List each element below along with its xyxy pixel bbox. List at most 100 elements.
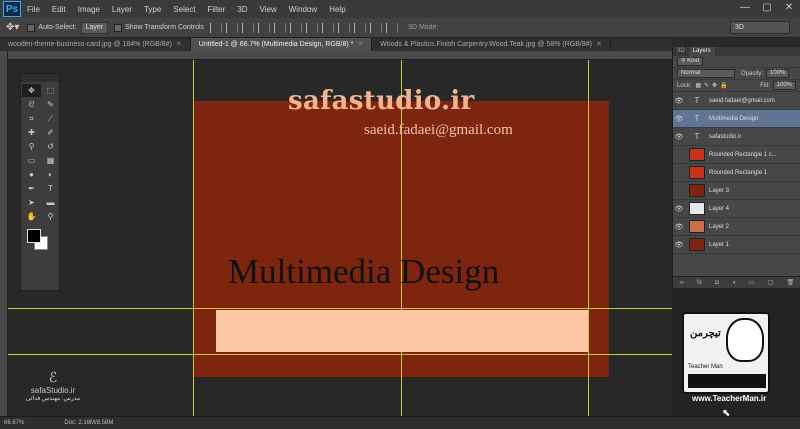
show-transform-checkbox[interactable] bbox=[114, 23, 123, 32]
horizontal-guide[interactable] bbox=[8, 354, 672, 355]
eraser-tool-icon[interactable]: ▭ bbox=[22, 154, 41, 167]
horizontal-ruler[interactable] bbox=[8, 51, 672, 60]
layer-row[interactable]: Rounded Rectangle 1 c... bbox=[673, 146, 800, 164]
layer-row[interactable]: 👁 Layer 1 bbox=[673, 236, 800, 254]
layer-list: 👁 Tsaeid.fadaei@gmail.com 👁 T Multimedia Des… bbox=[673, 92, 800, 254]
tab-wooden-business-card[interactable]: wooden-theme-business-card.jpg @ 184% (R… bbox=[0, 38, 191, 51]
align-center-icon[interactable] bbox=[274, 22, 287, 33]
visibility-eye-icon[interactable]: 👁 bbox=[673, 223, 685, 231]
zoom-level[interactable]: 66.67% bbox=[4, 420, 24, 426]
auto-select-checkbox[interactable] bbox=[27, 23, 36, 32]
type-tool-icon[interactable]: T bbox=[41, 182, 60, 195]
menu-3d[interactable]: 3D bbox=[231, 5, 253, 14]
tab-layers[interactable]: Layers bbox=[688, 47, 715, 56]
layer-row[interactable]: 👁 Layer 4 bbox=[673, 200, 800, 218]
align-bottom-icon[interactable] bbox=[242, 22, 255, 33]
clone-stamp-tool-icon[interactable]: ⚲ bbox=[22, 140, 41, 153]
move-tool-icon[interactable]: ✥ bbox=[22, 84, 41, 97]
visibility-eye-icon[interactable]: 👁 bbox=[673, 133, 685, 141]
visibility-eye-icon[interactable]: 👁 bbox=[673, 241, 685, 249]
close-tab-icon[interactable]: ✕ bbox=[596, 41, 602, 48]
distribute-top-icon[interactable] bbox=[306, 22, 319, 33]
card-email-text[interactable]: saeid.fadaei@gmail.com bbox=[364, 122, 513, 139]
layer-row[interactable]: 👁 T Multimedia Design bbox=[673, 110, 800, 128]
link-icon[interactable]: ∞ bbox=[680, 280, 684, 286]
distribute-middle-icon[interactable] bbox=[322, 22, 335, 33]
blend-mode-dropdown[interactable]: Normal bbox=[677, 69, 735, 78]
layer-row[interactable]: Rounded Rectangle 1 bbox=[673, 164, 800, 182]
new-layer-icon[interactable]: ▢ bbox=[768, 279, 774, 286]
mask-icon[interactable]: ◘ bbox=[715, 280, 719, 286]
align-top-icon[interactable] bbox=[210, 22, 223, 33]
card-title-text[interactable]: safastudio.ir bbox=[288, 86, 475, 116]
menu-edit[interactable]: Edit bbox=[46, 5, 72, 14]
hand-tool-icon[interactable]: ✋ bbox=[22, 210, 41, 223]
adjustment-icon[interactable]: ◑ bbox=[732, 280, 736, 286]
distribute-left-icon[interactable] bbox=[354, 22, 367, 33]
layer-row[interactable]: 👁 Tsafastudio.ir bbox=[673, 128, 800, 146]
pen-tool-icon[interactable]: ✒ bbox=[22, 182, 41, 195]
brush-tool-icon[interactable]: ✐ bbox=[41, 126, 60, 139]
vertical-guide[interactable] bbox=[193, 60, 194, 416]
trash-icon[interactable]: 🗑 bbox=[787, 279, 795, 286]
eyedropper-tool-icon[interactable]: ⟋ bbox=[41, 112, 60, 125]
layer-row[interactable]: Layer 3 bbox=[673, 182, 800, 200]
fill-field[interactable]: 100% bbox=[772, 81, 796, 90]
close-tab-icon[interactable]: ✕ bbox=[357, 41, 363, 48]
history-brush-tool-icon[interactable]: ↺ bbox=[41, 140, 60, 153]
layer-row[interactable]: 👁 Tsaeid.fadaei@gmail.com bbox=[673, 92, 800, 110]
path-select-tool-icon[interactable]: ➤ bbox=[22, 196, 41, 209]
close-tab-icon[interactable]: ✕ bbox=[176, 41, 182, 48]
distribute-center-icon[interactable] bbox=[370, 22, 383, 33]
shape-tool-icon[interactable]: ▬ bbox=[41, 196, 60, 209]
opacity-field[interactable]: 100% bbox=[766, 69, 790, 78]
tab-3d[interactable]: 3D bbox=[673, 47, 689, 56]
menu-view[interactable]: View bbox=[254, 5, 283, 14]
toolbox-grip[interactable] bbox=[21, 74, 59, 82]
lasso-tool-icon[interactable]: ᘓ bbox=[22, 98, 41, 111]
menu-layer[interactable]: Layer bbox=[106, 5, 138, 14]
visibility-eye-icon[interactable]: 👁 bbox=[673, 205, 685, 213]
gradient-tool-icon[interactable]: ▦ bbox=[41, 154, 60, 167]
vertical-guide[interactable] bbox=[588, 60, 589, 416]
horizontal-guide[interactable] bbox=[8, 308, 672, 309]
healing-brush-tool-icon[interactable]: ✚ bbox=[22, 126, 41, 139]
visibility-eye-icon[interactable]: 👁 bbox=[673, 115, 685, 123]
distribute-bottom-icon[interactable] bbox=[338, 22, 351, 33]
fx-icon[interactable]: fx bbox=[697, 280, 702, 286]
crop-tool-icon[interactable]: ⌗ bbox=[22, 112, 41, 125]
zoom-tool-icon[interactable]: ⚲ bbox=[41, 210, 60, 223]
layer-row[interactable]: 👁 Layer 2 bbox=[673, 218, 800, 236]
menu-type[interactable]: Type bbox=[138, 5, 167, 14]
vertical-ruler[interactable] bbox=[0, 51, 8, 416]
workspace-dropdown[interactable]: 3D bbox=[730, 21, 790, 34]
banner-text[interactable]: Multimedia Design bbox=[228, 252, 499, 292]
distribute-right-icon[interactable] bbox=[386, 22, 399, 33]
close-icon[interactable]: ✕ bbox=[778, 0, 800, 16]
menu-file[interactable]: File bbox=[21, 5, 46, 14]
align-middle-icon[interactable] bbox=[226, 22, 239, 33]
menu-select[interactable]: Select bbox=[167, 5, 201, 14]
dodge-tool-icon[interactable]: ◐ bbox=[41, 168, 60, 181]
maximize-icon[interactable]: ▢ bbox=[756, 0, 778, 16]
menu-window[interactable]: Window bbox=[283, 5, 323, 14]
move-tool-preset-icon[interactable]: ✥▾ bbox=[6, 22, 19, 33]
menu-image[interactable]: Image bbox=[72, 5, 106, 14]
align-left-icon[interactable] bbox=[258, 22, 271, 33]
lock-icons[interactable]: ▦✎✥🔒 bbox=[695, 82, 730, 89]
quick-select-tool-icon[interactable]: ✎ bbox=[41, 98, 60, 111]
foreground-color-swatch[interactable] bbox=[27, 229, 41, 243]
menu-filter[interactable]: Filter bbox=[202, 5, 232, 14]
filter-kind-dropdown[interactable]: ⚲ Kind bbox=[677, 57, 704, 66]
tab-untitled-1[interactable]: Untitled-1 @ 66.7% (Multimedia Design, R… bbox=[190, 38, 373, 51]
menu-help[interactable]: Help bbox=[323, 5, 351, 14]
folder-icon[interactable]: ▭ bbox=[749, 279, 755, 286]
align-right-icon[interactable] bbox=[290, 22, 303, 33]
blur-tool-icon[interactable]: ● bbox=[22, 168, 41, 181]
visibility-eye-icon[interactable]: 👁 bbox=[673, 97, 685, 105]
layer-name: Rounded Rectangle 1 c... bbox=[709, 151, 777, 158]
auto-select-dropdown[interactable]: Layer bbox=[80, 21, 109, 34]
minimize-icon[interactable]: — bbox=[734, 0, 756, 16]
marquee-tool-icon[interactable]: ⬚ bbox=[41, 84, 60, 97]
tab-woods-plastics[interactable]: Woods & Plastics.Finish Carpentry.Wood.T… bbox=[372, 38, 611, 51]
